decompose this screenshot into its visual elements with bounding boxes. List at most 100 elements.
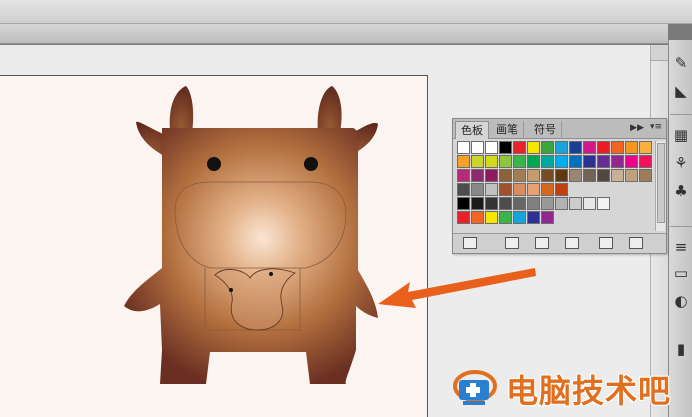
swatch[interactable] xyxy=(485,183,498,196)
swatch-scroll-thumb[interactable] xyxy=(657,143,665,223)
swatch[interactable] xyxy=(597,197,610,210)
swatches-panel-footer xyxy=(453,233,666,253)
swatch[interactable] xyxy=(471,211,484,224)
swatch[interactable] xyxy=(541,141,554,154)
swatch-scrollbar[interactable] xyxy=(655,141,665,231)
tab-symbols[interactable]: 符号 xyxy=(529,121,562,139)
stroke-tool-icon[interactable]: ≡ xyxy=(671,236,691,258)
symbol-sprayer-icon[interactable]: ⚘ xyxy=(671,152,691,174)
swatch[interactable] xyxy=(611,141,624,154)
swatch[interactable] xyxy=(513,141,526,154)
left-horn xyxy=(169,86,194,132)
swatch[interactable] xyxy=(499,197,512,210)
swatch[interactable] xyxy=(625,169,638,182)
swatch[interactable] xyxy=(485,197,498,210)
swatch[interactable] xyxy=(569,155,582,168)
left-eye xyxy=(207,157,221,171)
swatch[interactable] xyxy=(583,155,596,168)
swatch[interactable] xyxy=(513,183,526,196)
swatch[interactable] xyxy=(625,141,638,154)
new-swatch-icon[interactable] xyxy=(599,237,613,249)
swatch[interactable] xyxy=(499,169,512,182)
swatch[interactable] xyxy=(541,183,554,196)
panel-menu-icon[interactable]: ▾≡ xyxy=(648,122,664,135)
swatch[interactable] xyxy=(499,183,512,196)
swatch[interactable] xyxy=(471,183,484,196)
swatch[interactable] xyxy=(569,141,582,154)
swatch[interactable] xyxy=(513,155,526,168)
swatch[interactable] xyxy=(597,169,610,182)
swatch[interactable] xyxy=(611,155,624,168)
swatch[interactable] xyxy=(583,169,596,182)
swatch[interactable] xyxy=(541,197,554,210)
swatch[interactable] xyxy=(485,155,498,168)
swatch[interactable] xyxy=(471,141,484,154)
swatch[interactable] xyxy=(639,155,652,168)
swatch[interactable] xyxy=(471,197,484,210)
swatch[interactable] xyxy=(541,169,554,182)
swatch[interactable] xyxy=(457,141,470,154)
swatch[interactable] xyxy=(527,155,540,168)
swatch[interactable] xyxy=(527,183,540,196)
swatch[interactable] xyxy=(457,169,470,182)
swatch[interactable] xyxy=(583,197,596,210)
right-horn xyxy=(317,86,342,132)
tab-brushes[interactable]: 画笔 xyxy=(491,121,524,139)
swatch[interactable] xyxy=(499,141,512,154)
swatch[interactable] xyxy=(569,169,582,182)
swatch[interactable] xyxy=(555,155,568,168)
appearance-tool-icon[interactable]: ◐ xyxy=(671,290,691,312)
swatch[interactable] xyxy=(569,197,582,210)
swatch[interactable] xyxy=(499,211,512,224)
swatch[interactable] xyxy=(485,169,498,182)
swatch[interactable] xyxy=(485,211,498,224)
swatch[interactable] xyxy=(541,211,554,224)
swatch[interactable] xyxy=(513,197,526,210)
swatch[interactable] xyxy=(555,141,568,154)
swatch[interactable] xyxy=(457,155,470,168)
swatch[interactable] xyxy=(513,211,526,224)
swatch[interactable] xyxy=(471,155,484,168)
layers-tool-icon[interactable]: ▮ xyxy=(671,338,691,360)
swatch[interactable] xyxy=(527,211,540,224)
nostril-right xyxy=(269,272,273,276)
swatch[interactable] xyxy=(625,155,638,168)
swatch[interactable] xyxy=(541,155,554,168)
swatches-panel: 色板 画笔 符号 ▶▶ ▾≡ xyxy=(452,118,667,254)
swatch[interactable] xyxy=(499,155,512,168)
tools-panel: ✎ ◣ ▦ ⚘ ♣ ≡ ▭ ◐ ▮ xyxy=(668,40,692,417)
club-symbol-icon[interactable]: ♣ xyxy=(671,180,691,202)
tool-separator xyxy=(670,226,692,227)
swatch[interactable] xyxy=(639,169,652,182)
swatch[interactable] xyxy=(597,155,610,168)
swatch[interactable] xyxy=(639,141,652,154)
swatch-libraries-icon[interactable] xyxy=(463,237,477,249)
swatch[interactable] xyxy=(527,141,540,154)
rectangle-tool-icon[interactable]: ▭ xyxy=(671,262,691,284)
swatch[interactable] xyxy=(457,183,470,196)
gradient-tool-icon[interactable]: ◣ xyxy=(671,80,691,102)
swatch[interactable] xyxy=(527,197,540,210)
show-kinds-icon[interactable] xyxy=(505,237,519,249)
swatch[interactable] xyxy=(457,197,470,210)
nostril-left xyxy=(229,288,233,292)
new-color-group-icon[interactable] xyxy=(565,237,579,249)
swatch[interactable] xyxy=(513,169,526,182)
swatch[interactable] xyxy=(527,169,540,182)
swatch[interactable] xyxy=(485,141,498,154)
scroll-up-button[interactable] xyxy=(651,45,668,61)
brush-tool-icon[interactable]: ✎ xyxy=(671,52,691,74)
swatch[interactable] xyxy=(555,197,568,210)
swatch[interactable] xyxy=(555,169,568,182)
swatch[interactable] xyxy=(471,169,484,182)
swatch[interactable] xyxy=(597,141,610,154)
swatches-tool-icon[interactable]: ▦ xyxy=(671,124,691,146)
tab-swatches[interactable]: 色板 xyxy=(455,121,489,139)
delete-swatch-icon[interactable] xyxy=(629,237,643,249)
swatch-options-icon[interactable] xyxy=(535,237,549,249)
swatch[interactable] xyxy=(457,211,470,224)
swatch[interactable] xyxy=(555,183,568,196)
panel-collapse-icon[interactable]: ▶▶ xyxy=(630,123,644,133)
swatch[interactable] xyxy=(583,141,596,154)
swatch[interactable] xyxy=(611,169,624,182)
